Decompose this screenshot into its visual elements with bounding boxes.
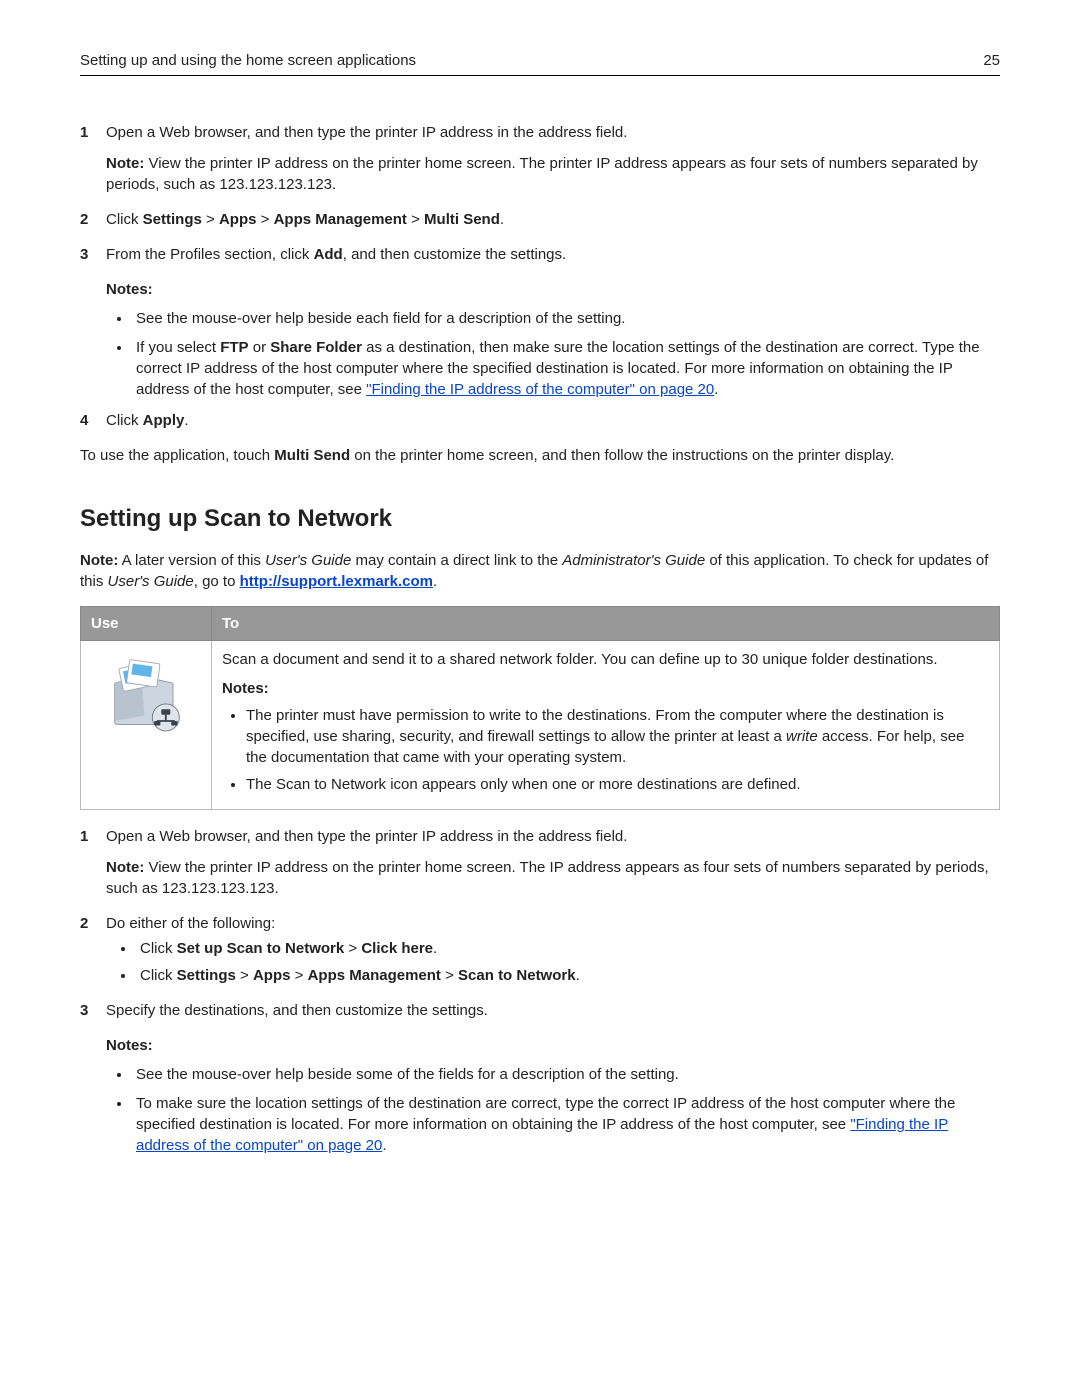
section2-note-paragraph: Note: A later version of this User's Gui… (80, 550, 1000, 592)
notes-bullet-1: See the mouse‑over help beside each fiel… (132, 308, 1000, 329)
s2-step-1: 1 Open a Web browser, and then type the … (80, 826, 1000, 899)
s2-step1-note: Note: View the printer IP address on the… (106, 857, 1000, 899)
closing-paragraph: To use the application, touch Multi Send… (80, 445, 1000, 466)
page-header: Setting up and using the home screen app… (80, 50, 1000, 76)
table-notes-label: Notes: (222, 678, 989, 699)
step-1: 1 Open a Web browser, and then type the … (80, 122, 1000, 195)
step1-note: Note: View the printer IP address on the… (106, 153, 1000, 195)
s2-notes-bullet-1: See the mouse‑over help beside some of t… (132, 1064, 1000, 1085)
notes-heading: Notes: (80, 279, 1000, 300)
step-4: 4 Click Apply. (80, 410, 1000, 431)
header-title: Setting up and using the home screen app… (80, 50, 416, 71)
s2-step-3: 3 Specify the destinations, and then cus… (80, 1000, 1000, 1021)
table-row: Scan a document and send it to a shared … (81, 640, 1000, 809)
table-desc: Scan a document and send it to a shared … (222, 649, 989, 670)
scan-to-network-icon (101, 649, 191, 739)
table-bullet-2: The Scan to Network icon appears only wh… (246, 774, 989, 795)
table-content-cell: Scan a document and send it to a shared … (212, 640, 1000, 809)
step-2: 2 Click Settings > Apps > Apps Managemen… (80, 209, 1000, 230)
s2-notes-heading: Notes: (80, 1035, 1000, 1056)
notes-bullet-2: If you select FTP or Share Folder as a d… (132, 337, 1000, 400)
step-text: Open a Web browser, and then type the pr… (106, 124, 627, 141)
link-finding-ip-1[interactable]: "Finding the IP address of the computer"… (366, 381, 714, 398)
step-3: 3 From the Profiles section, click Add, … (80, 244, 1000, 265)
th-use: Use (81, 606, 212, 640)
feature-table: Use To (80, 606, 1000, 810)
s2-step-2: 2 Do either of the following: Click Set … (80, 913, 1000, 986)
s2-step2-opt2: Click Settings > Apps > Apps Management … (136, 965, 1000, 986)
header-page-number: 25 (983, 50, 1000, 71)
table-bullet-1: The printer must have permission to writ… (246, 705, 989, 768)
link-support-lexmark[interactable]: http://support.lexmark.com (240, 573, 433, 590)
s2-step2-opt1: Click Set up Scan to Network > Click her… (136, 938, 1000, 959)
icon-cell (81, 640, 212, 809)
s2-notes-bullet-2: To make sure the location settings of th… (132, 1093, 1000, 1156)
section-heading-scan-network: Setting up Scan to Network (80, 502, 1000, 536)
th-to: To (212, 606, 1000, 640)
